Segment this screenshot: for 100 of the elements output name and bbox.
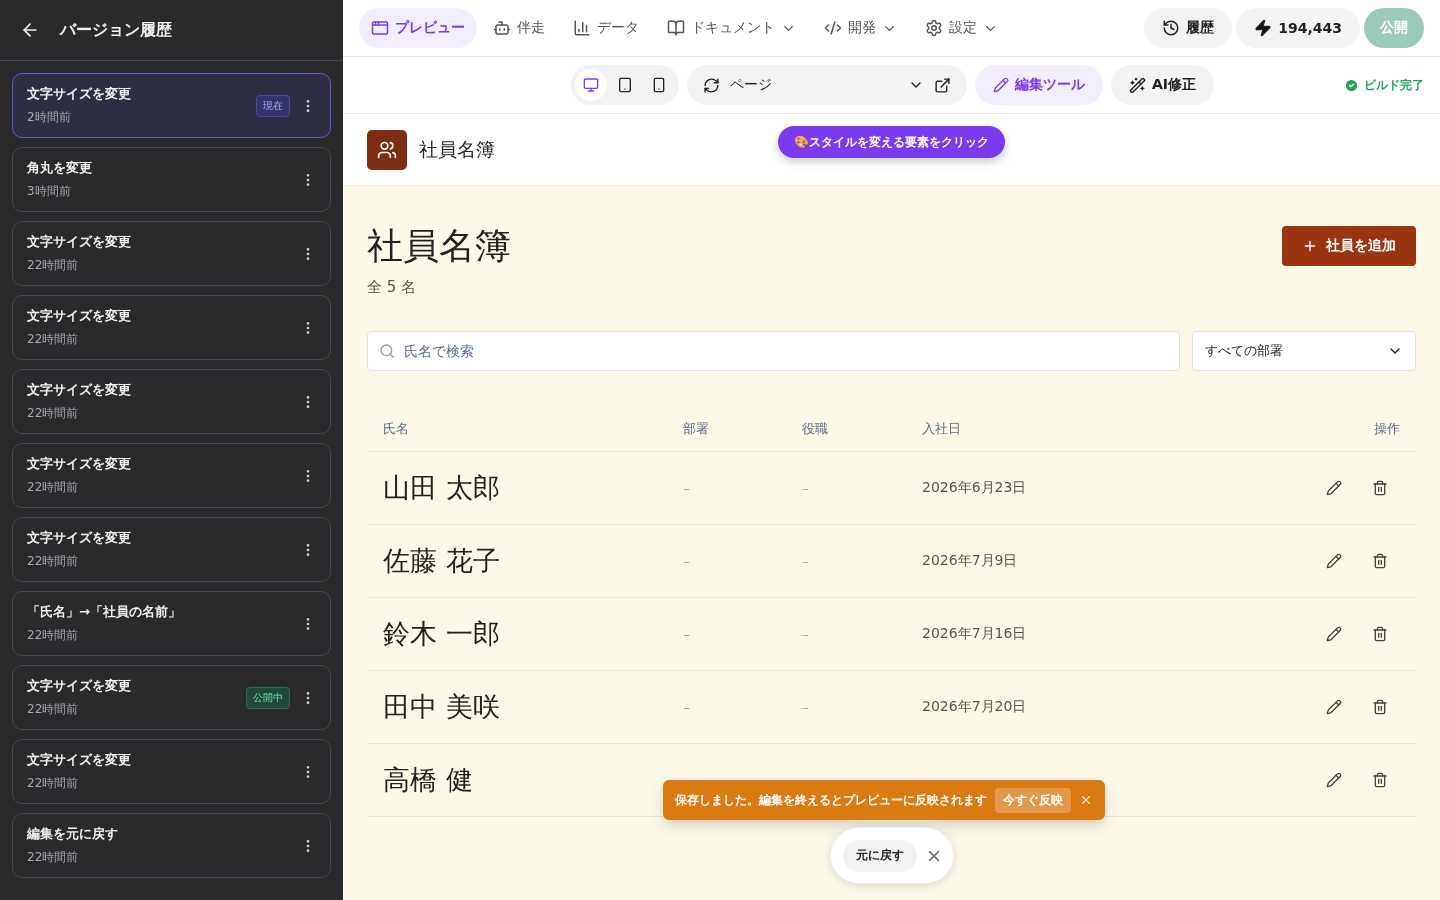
edit-button[interactable] [1326,699,1342,715]
version-time: 22時間前 [27,553,80,570]
version-badge: 現在 [256,94,290,117]
column-header: 操作 [1373,420,1400,438]
role-cell-text: – [802,626,810,642]
tablet-icon [617,77,633,93]
trash-icon [1372,553,1388,569]
department-cell-text: – [683,699,691,715]
version-title: 文字サイズを変更 [27,751,132,769]
employee-name: 鈴木 一郎 [383,617,501,651]
build-status: ビルド完了 [1364,76,1424,94]
pencil-icon [1326,553,1342,569]
delete-button[interactable] [1372,553,1388,569]
version-time: 22時間前 [27,775,80,792]
search-field[interactable]: 氏名で検索 [367,331,1180,371]
pencil-icon [1326,699,1342,715]
edit-button[interactable] [1326,626,1342,642]
version-time: 22時間前 [27,479,80,496]
edit-button[interactable] [1326,772,1342,788]
close-icon [1079,793,1093,807]
version-time: 22時間前 [27,331,80,348]
check-circle-icon [1344,77,1359,93]
trash-icon [1372,772,1388,788]
version-card[interactable]: 文字サイズを変更 22時間前 [12,369,331,434]
external-link-icon [934,76,951,94]
department-select[interactable]: すべての部署 [1192,331,1416,371]
version-time: 22時間前 [27,627,80,644]
nav-tab[interactable]: プレビュー [359,8,477,48]
version-card[interactable]: 文字サイズを変更 22時間前 [12,221,331,286]
nav-tab[interactable]: データ [561,8,651,48]
add-employee-button[interactable]: 社員を追加 [1282,226,1416,266]
role-cell-text: – [802,553,810,569]
version-title: 文字サイズを変更 [27,381,132,399]
role-cell-text: – [802,699,810,715]
app-brand: 社員名簿 [419,136,495,162]
refresh-icon [703,76,720,94]
search-icon [379,343,395,359]
pencil-icon [993,77,1009,93]
version-title: 文字サイズを変更 [27,455,132,473]
nav-tab[interactable]: 伴走 [481,8,557,48]
version-time: 22時間前 [27,849,80,866]
delete-button[interactable] [1372,699,1388,715]
department-cell-text: – [683,553,691,569]
code-icon [824,19,842,37]
version-card[interactable]: 文字サイズを変更 22時間前 [12,739,331,804]
book-icon [667,19,685,37]
history-button[interactable]: 履歴 [1144,8,1233,48]
version-title: 文字サイズを変更 [27,233,132,251]
version-card[interactable]: 文字サイズを変更 22時間前 [12,517,331,582]
edit-button[interactable] [1326,553,1342,569]
pencil-icon [1326,626,1342,642]
version-card[interactable]: 文字サイズを変更 22時間前 [12,295,331,360]
version-card[interactable]: 文字サイズを変更 22時間前 [12,443,331,508]
employee-name: 田中 美咲 [383,690,501,724]
column-header: 入社日 [922,420,962,438]
employee-name: 佐藤 花子 [383,544,501,578]
sidebar-title: バージョン履歴 [60,19,172,41]
nav-tab[interactable]: 開発 [812,8,909,48]
plus-icon [1302,238,1318,254]
delete-button[interactable] [1372,772,1388,788]
settings-icon [925,19,943,37]
nav-tab[interactable]: 設定 [913,8,1010,48]
bar-chart-icon [573,19,591,37]
delete-button[interactable] [1372,626,1388,642]
robot-icon [493,19,511,37]
version-card[interactable]: 角丸を変更 3時間前 [12,147,331,212]
toast-message: 保存しました。編集を終えるとプレビューに反映されます [675,791,987,809]
join-date-cell-text: 2026年6月23日 [922,479,1028,497]
undo-button[interactable]: 元に戻す [843,839,917,872]
trash-icon [1372,480,1388,496]
version-card[interactable]: 文字サイズを変更 22時間前 公開中 [12,665,331,730]
version-card[interactable]: 「氏名」→「社員の名前」 22時間前 [12,591,331,656]
version-time: 3時間前 [27,183,72,200]
version-title: 文字サイズを変更 [27,85,132,103]
version-card[interactable]: 編集を元に戻す 22時間前 [12,813,331,878]
edit-tool-button[interactable]: 編集ツール [975,65,1103,105]
monitor-icon [583,77,599,93]
lightning-icon [1254,19,1273,37]
version-title: 文字サイズを変更 [27,307,132,325]
page-select[interactable]: ページ [687,65,967,105]
version-title: 編集を元に戻す [27,825,119,843]
version-badge: 公開中 [246,686,290,709]
pencil-icon [1326,772,1342,788]
version-card[interactable]: 文字サイズを変更 2時間前 現在 [12,73,331,138]
version-time: 22時間前 [27,405,80,422]
close-button[interactable] [1079,793,1093,807]
join-date-cell-text: 2026年7月20日 [922,698,1028,716]
credits-button[interactable]: 194,443 [1236,8,1360,48]
column-header: 氏名 [383,420,410,438]
delete-button[interactable] [1372,480,1388,496]
join-date-cell-text: 2026年7月9日 [922,552,1019,570]
ai-fix-button[interactable]: AI修正 [1111,65,1215,105]
column-header: 部署 [683,420,710,438]
trash-icon [1372,699,1388,715]
style-hint: 🎨スタイルを変える要素をクリック [778,126,1005,158]
department-cell-text: – [683,480,691,496]
employee-count: 全 5 名 [367,278,418,297]
edit-button[interactable] [1326,480,1342,496]
app-logo [367,129,407,170]
nav-tab[interactable]: ドキュメント [655,8,808,48]
